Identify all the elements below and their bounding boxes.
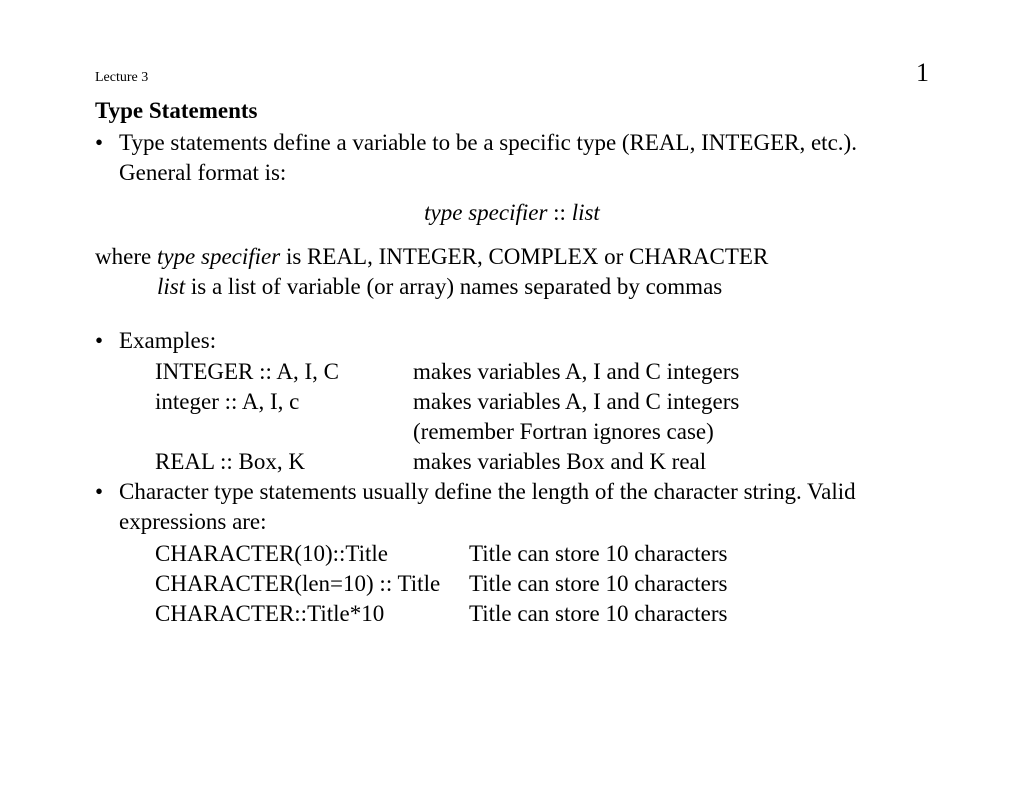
example-desc: makes variables A, I and C integers [413,357,929,387]
section-title: Type Statements [95,98,929,124]
where-line-2: list is a list of variable (or array) na… [95,272,929,302]
example-desc: makes variables A, I and C integers [413,387,929,417]
where-rest-1: is REAL, INTEGER, COMPLEX or CHARACTER [280,244,768,269]
bullet-text: Character type statements usually define… [119,477,929,537]
example-code [155,417,413,447]
table-row: (remember Fortran ignores case) [155,417,929,447]
examples-table: INTEGER :: A, I, C makes variables A, I … [95,357,929,477]
char-desc: Title can store 10 characters [469,569,929,599]
char-code: CHARACTER::Title*10 [155,599,469,629]
page-number: 1 [916,58,929,88]
format-list: list [572,200,600,225]
example-code: REAL :: Box, K [155,447,413,477]
example-code: integer :: A, I, c [155,387,413,417]
bullet-marker: • [95,128,119,188]
where-list: list [157,274,185,299]
table-row: INTEGER :: A, I, C makes variables A, I … [155,357,929,387]
where-line-1: where type specifier is REAL, INTEGER, C… [95,242,929,272]
example-code: INTEGER :: A, I, C [155,357,413,387]
bullet-item-3: • Character type statements usually defi… [95,477,929,537]
bullet-item-2: • Examples: [95,326,929,356]
where-type-specifier: type specifier [157,244,280,269]
table-row: CHARACTER::Title*10 Title can store 10 c… [155,599,929,629]
char-desc: Title can store 10 characters [469,599,929,629]
lecture-label: Lecture 3 [95,70,148,86]
bullet-marker: • [95,326,119,356]
table-row: integer :: A, I, c makes variables A, I … [155,387,929,417]
format-type-specifier: type specifier [424,200,547,225]
where-prefix: where [95,244,157,269]
format-separator: :: [547,200,571,225]
table-row: CHARACTER(10)::Title Title can store 10 … [155,539,929,569]
char-code: CHARACTER(10)::Title [155,539,469,569]
where-rest-2: is a list of variable (or array) names s… [185,274,722,299]
document-page: Lecture 3 1 Type Statements • Type state… [0,0,1024,628]
char-desc: Title can store 10 characters [469,539,929,569]
where-block: where type specifier is REAL, INTEGER, C… [95,242,929,302]
bullet-text: Type statements define a variable to be … [119,128,929,188]
table-row: CHARACTER(len=10) :: Title Title can sto… [155,569,929,599]
bullet-marker: • [95,477,119,537]
character-table: CHARACTER(10)::Title Title can store 10 … [95,539,929,629]
bullet-text: Examples: [119,326,929,356]
format-line: type specifier :: list [95,200,929,226]
bullet-item-1: • Type statements define a variable to b… [95,128,929,188]
example-desc: makes variables Box and K real [413,447,929,477]
char-code: CHARACTER(len=10) :: Title [155,569,469,599]
example-desc: (remember Fortran ignores case) [413,417,929,447]
page-header: Lecture 3 1 [95,58,929,88]
table-row: REAL :: Box, K makes variables Box and K… [155,447,929,477]
